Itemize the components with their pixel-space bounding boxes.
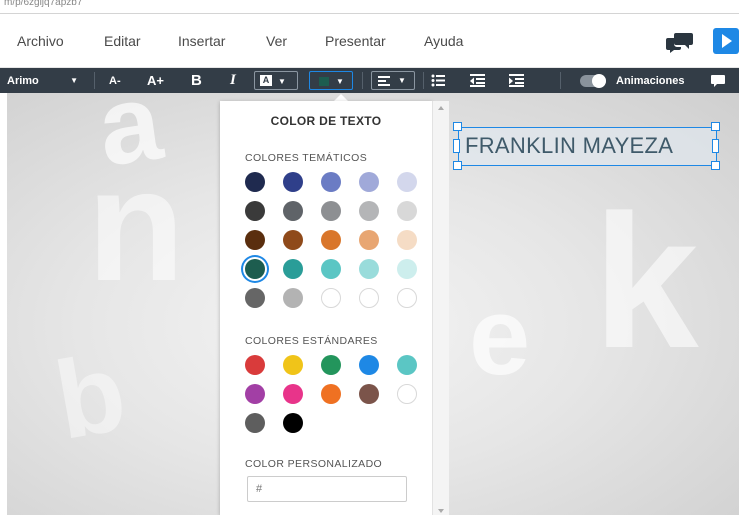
standard-colors-label: COLORES ESTÁNDARES bbox=[245, 335, 378, 347]
url-text[interactable]: m/p/6zgljq7apzb7 bbox=[4, 0, 82, 8]
theme-color-swatch[interactable] bbox=[283, 201, 303, 221]
align-dropdown-button[interactable]: ▼ bbox=[371, 71, 415, 90]
custom-color-label: COLOR PERSONALIZADO bbox=[245, 458, 383, 470]
animations-label: Animaciones bbox=[616, 74, 685, 87]
resize-handle-ne[interactable] bbox=[711, 122, 720, 131]
standard-color-swatch[interactable] bbox=[321, 355, 341, 375]
background-letter: b bbox=[46, 330, 135, 463]
theme-color-swatch[interactable] bbox=[359, 201, 379, 221]
italic-button[interactable]: I bbox=[230, 68, 236, 93]
menu-editar[interactable]: Editar bbox=[104, 33, 141, 49]
theme-color-swatch[interactable] bbox=[397, 172, 417, 192]
bullet-list-icon[interactable] bbox=[431, 74, 445, 87]
standard-color-swatch[interactable] bbox=[283, 384, 303, 404]
standard-color-swatch[interactable] bbox=[359, 355, 379, 375]
standard-color-swatch[interactable] bbox=[397, 384, 417, 404]
theme-color-swatch[interactable] bbox=[321, 288, 341, 308]
divider bbox=[423, 72, 424, 89]
standard-color-swatch[interactable] bbox=[245, 384, 265, 404]
divider bbox=[362, 72, 363, 89]
text-color-swatch bbox=[319, 77, 329, 86]
theme-color-swatch[interactable] bbox=[397, 259, 417, 279]
theme-color-swatch[interactable] bbox=[397, 230, 417, 250]
standard-color-swatch[interactable] bbox=[245, 355, 265, 375]
theme-color-swatch[interactable] bbox=[321, 230, 341, 250]
resize-handle-e[interactable] bbox=[712, 139, 719, 153]
resize-handle-w[interactable] bbox=[453, 139, 460, 153]
standard-color-swatch[interactable] bbox=[283, 413, 303, 433]
highlight-letter-icon: A bbox=[260, 75, 272, 86]
format-toolbar: Arimo ▼ A- A+ B I A ▼ ▼ ▼ Animaciones bbox=[0, 68, 739, 93]
decrease-font-button[interactable]: A- bbox=[109, 68, 121, 93]
theme-color-swatch[interactable] bbox=[397, 288, 417, 308]
text-color-button[interactable]: ▼ bbox=[309, 71, 353, 90]
theme-color-swatch[interactable] bbox=[245, 288, 265, 308]
chevron-down-icon: ▼ bbox=[278, 77, 286, 86]
scroll-down-icon[interactable] bbox=[438, 509, 444, 513]
theme-color-swatch[interactable] bbox=[245, 172, 265, 192]
panel-title: COLOR DE TEXTO bbox=[270, 114, 382, 128]
theme-color-swatch[interactable] bbox=[283, 172, 303, 192]
theme-color-swatch[interactable] bbox=[321, 259, 341, 279]
outdent-icon[interactable] bbox=[470, 74, 485, 87]
divider bbox=[560, 72, 561, 89]
panel-scrollbar[interactable] bbox=[432, 101, 449, 515]
background-letter: e bbox=[469, 275, 531, 398]
theme-color-swatch[interactable] bbox=[397, 201, 417, 221]
menu-ver[interactable]: Ver bbox=[266, 33, 287, 49]
theme-colors-label: COLORES TEMÁTICOS bbox=[245, 152, 368, 164]
animations-toggle[interactable] bbox=[580, 74, 606, 88]
theme-color-swatch[interactable] bbox=[359, 230, 379, 250]
theme-color-swatch[interactable] bbox=[245, 201, 265, 221]
chevron-down-icon: ▼ bbox=[336, 77, 344, 86]
menu-bar: Archivo Editar Insertar Ver Presentar Ay… bbox=[0, 14, 739, 68]
standard-color-swatch[interactable] bbox=[397, 355, 417, 375]
bold-button[interactable]: B bbox=[191, 68, 202, 93]
menu-archivo[interactable]: Archivo bbox=[17, 33, 64, 49]
theme-color-swatch[interactable] bbox=[245, 259, 265, 279]
standard-color-swatch[interactable] bbox=[283, 355, 303, 375]
background-letter: n bbox=[87, 135, 185, 314]
theme-color-swatch[interactable] bbox=[359, 172, 379, 192]
scroll-up-icon[interactable] bbox=[438, 106, 444, 110]
standard-color-swatch[interactable] bbox=[321, 384, 341, 404]
theme-color-swatch[interactable] bbox=[359, 288, 379, 308]
font-family-select[interactable]: Arimo ▼ bbox=[0, 68, 90, 93]
resize-handle-se[interactable] bbox=[711, 161, 720, 170]
font-family-value: Arimo bbox=[7, 74, 39, 87]
slide-text[interactable]: FRANKLIN MAYEZA bbox=[465, 133, 673, 159]
highlight-color-button[interactable]: A ▼ bbox=[254, 71, 298, 90]
custom-color-input[interactable] bbox=[247, 476, 407, 502]
increase-font-button[interactable]: A+ bbox=[147, 68, 164, 93]
menu-presentar[interactable]: Presentar bbox=[325, 33, 386, 49]
comments-icon[interactable] bbox=[666, 31, 694, 53]
comment-icon[interactable] bbox=[711, 75, 725, 87]
menu-insertar[interactable]: Insertar bbox=[178, 33, 225, 49]
present-play-button[interactable] bbox=[713, 28, 739, 54]
theme-color-swatch[interactable] bbox=[245, 230, 265, 250]
theme-color-swatch[interactable] bbox=[283, 259, 303, 279]
theme-color-swatch[interactable] bbox=[321, 201, 341, 221]
theme-color-swatch[interactable] bbox=[321, 172, 341, 192]
slide-text-box[interactable]: FRANKLIN MAYEZA bbox=[458, 127, 717, 166]
background-letter: k bbox=[593, 176, 699, 388]
menu-ayuda[interactable]: Ayuda bbox=[424, 33, 463, 49]
resize-handle-sw[interactable] bbox=[453, 161, 462, 170]
chevron-down-icon: ▼ bbox=[70, 76, 78, 85]
dropdown-pointer bbox=[334, 94, 348, 101]
theme-color-swatch[interactable] bbox=[359, 259, 379, 279]
browser-url-bar[interactable]: m/p/6zgljq7apzb7 bbox=[0, 0, 739, 14]
align-left-icon bbox=[378, 76, 390, 86]
chevron-down-icon: ▼ bbox=[398, 76, 406, 85]
standard-color-swatch[interactable] bbox=[245, 413, 265, 433]
standard-color-swatch[interactable] bbox=[359, 384, 379, 404]
text-color-panel: COLOR DE TEXTO COLORES TEMÁTICOS COLORES… bbox=[220, 101, 432, 515]
divider bbox=[94, 72, 95, 89]
theme-color-swatch[interactable] bbox=[283, 288, 303, 308]
theme-color-swatch[interactable] bbox=[283, 230, 303, 250]
resize-handle-nw[interactable] bbox=[453, 122, 462, 131]
indent-icon[interactable] bbox=[509, 74, 524, 87]
